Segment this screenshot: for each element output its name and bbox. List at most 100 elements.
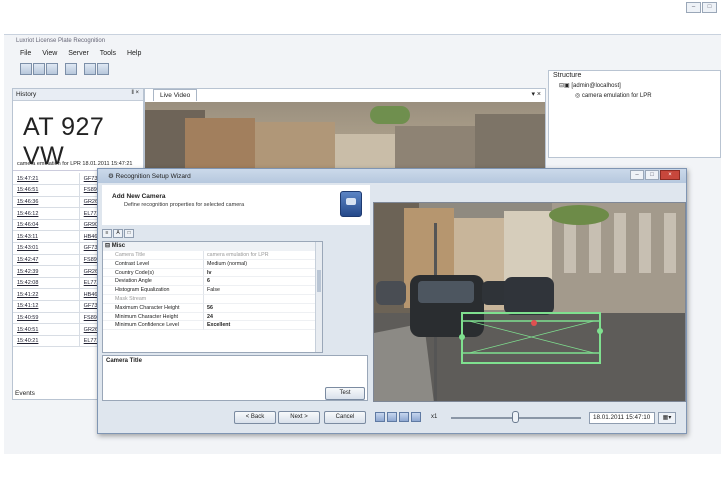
wizard-subheading: Define recognition properties for select…	[124, 202, 245, 208]
wizard-minimize-icon[interactable]: –	[630, 170, 644, 180]
tree-server[interactable]: ⊟▣ [admin@localhost]	[549, 82, 720, 92]
history-time[interactable]: 15:42:39	[13, 265, 80, 278]
menu-help[interactable]: Help	[127, 50, 141, 57]
menu-bar: File View Server Tools Help	[4, 49, 721, 61]
property-value[interactable]	[204, 295, 322, 304]
datetime-field[interactable]: 18.01.2011 15:47:10	[589, 412, 655, 424]
property-row[interactable]: Contrast Level Medium (normal)	[103, 259, 322, 269]
seek-slider-thumb[interactable]	[512, 411, 519, 423]
history-time[interactable]: 15:47:21	[13, 173, 80, 186]
tab-live-video[interactable]: Live Video	[153, 89, 198, 101]
property-row[interactable]: Country Code(s) lv	[103, 268, 322, 278]
history-time[interactable]: 15:46:12	[13, 207, 80, 220]
history-time[interactable]: 15:42:47	[13, 254, 80, 267]
property-row[interactable]: Deviation Angle 6	[103, 277, 322, 287]
history-time[interactable]: 15:41:12	[13, 300, 80, 313]
toolbar-edit-icon[interactable]	[33, 63, 45, 75]
property-value[interactable]: camera emulation for LPR	[204, 251, 322, 260]
toolbar-save-icon[interactable]	[46, 63, 58, 75]
play-icon[interactable]	[375, 412, 385, 422]
pause-icon[interactable]	[387, 412, 397, 422]
wizard-title: Recognition Setup Wizard	[115, 173, 191, 180]
property-value[interactable]: 6	[204, 277, 322, 287]
property-value[interactable]: False	[204, 286, 322, 295]
panel-pin-close-icon[interactable]: ‖ ×	[131, 90, 139, 96]
property-value[interactable]: lv	[204, 269, 322, 278]
server-icon: ⊟▣	[559, 83, 572, 89]
app-title: Luxriot License Plate Recognition	[16, 38, 106, 44]
history-time[interactable]: 15:46:51	[13, 184, 80, 197]
property-row[interactable]: Mask Stream	[103, 294, 322, 304]
street-scene	[374, 203, 685, 401]
live-video-panel: Live Video ▾ ×	[144, 88, 546, 180]
property-row[interactable]: Minimum Character Height 24	[103, 312, 322, 322]
category-misc[interactable]: ⊟ Misc	[103, 242, 322, 251]
video-player-controls: x1 18.01.2011 15:47:10 ▦▾	[373, 404, 686, 432]
property-name: Histogram Equalization	[103, 286, 204, 295]
property-toolbar: ≡ A □	[102, 229, 328, 240]
camera-logo-icon	[340, 191, 362, 217]
property-row[interactable]: Minimum Confidence Level Excellent	[103, 321, 322, 331]
property-value[interactable]: 24	[204, 313, 322, 322]
property-value[interactable]: Excellent	[204, 321, 322, 331]
maximize-icon[interactable]: □	[702, 2, 717, 13]
history-time[interactable]: 15:41:22	[13, 288, 80, 302]
property-name: Country Code(s)	[103, 268, 204, 278]
cancel-button[interactable]: Cancel	[324, 411, 366, 424]
description-title: Camera Title	[106, 358, 142, 364]
history-time[interactable]: 15:40:21	[13, 335, 80, 348]
toolbar-open-icon[interactable]	[20, 63, 32, 75]
toolbar-search-icon[interactable]	[65, 63, 77, 75]
forward-icon[interactable]	[411, 412, 421, 422]
property-name: Contrast Level	[103, 259, 204, 269]
history-time[interactable]: 15:43:01	[13, 242, 80, 255]
live-panel-controls[interactable]: ▾ ×	[531, 90, 541, 98]
recognized-plate: AT 927 VW	[23, 113, 105, 170]
history-time[interactable]: 15:40:59	[13, 312, 80, 325]
history-time[interactable]: 15:42:08	[13, 277, 80, 290]
calendar-icon[interactable]: ▦▾	[658, 412, 676, 424]
property-name: Minimum Character Height	[103, 312, 204, 322]
window-controls: – □	[685, 2, 717, 13]
categorized-icon[interactable]: ≡	[102, 229, 112, 238]
toolbar-layout-icon[interactable]	[84, 63, 96, 75]
property-name: Mask Stream	[103, 294, 204, 304]
test-button[interactable]: Test	[325, 387, 365, 400]
property-name: Deviation Angle	[103, 277, 204, 287]
toolbar-grid-icon[interactable]	[97, 63, 109, 75]
property-row[interactable]: Camera Title camera emulation for LPR	[103, 251, 322, 260]
wizard-video-preview[interactable]	[373, 202, 686, 402]
history-time[interactable]: 15:46:36	[13, 196, 80, 209]
menu-view[interactable]: View	[42, 50, 57, 57]
property-name: Minimum Confidence Level	[103, 321, 204, 331]
next-button[interactable]: Next >	[278, 411, 320, 424]
events-label[interactable]: Events	[15, 390, 35, 397]
wizard-header: Add New Camera Define recognition proper…	[102, 185, 370, 225]
back-button[interactable]: < Back	[234, 411, 276, 424]
alphabetical-icon[interactable]: A	[113, 229, 123, 238]
menu-file[interactable]: File	[20, 50, 31, 57]
minimize-icon[interactable]: –	[686, 2, 701, 13]
menu-tools[interactable]: Tools	[100, 50, 116, 57]
property-value[interactable]: 56	[204, 304, 322, 313]
wizard-icon: ⚙	[108, 173, 116, 180]
history-time[interactable]: 15:43:11	[13, 230, 80, 244]
wizard-maximize-icon[interactable]: □	[645, 170, 659, 180]
structure-panel: Structure ⊟▣ [admin@localhost] ◎ camera …	[548, 70, 721, 158]
property-scrollbar[interactable]	[315, 242, 322, 352]
rewind-icon[interactable]	[399, 412, 409, 422]
wizard-close-icon[interactable]: ×	[660, 170, 680, 180]
property-name: Maximum Character Height	[103, 303, 204, 313]
recognition-setup-wizard: ⚙ Recognition Setup Wizard – □ × Add New C…	[97, 168, 687, 434]
property-pages-icon[interactable]: □	[124, 229, 134, 238]
property-row[interactable]: Histogram Equalization False	[103, 286, 322, 295]
property-name: Camera Title	[103, 251, 204, 260]
property-value[interactable]: Medium (normal)	[204, 260, 322, 269]
history-time[interactable]: 15:40:51	[13, 323, 80, 336]
wizard-heading: Add New Camera	[112, 193, 166, 200]
tree-camera[interactable]: ◎ camera emulation for LPR	[549, 92, 720, 102]
history-time[interactable]: 15:46:04	[13, 219, 80, 232]
collapse-icon[interactable]: ⊟	[105, 243, 112, 249]
menu-server[interactable]: Server	[68, 50, 89, 57]
property-row[interactable]: Maximum Character Height 56	[103, 303, 322, 313]
